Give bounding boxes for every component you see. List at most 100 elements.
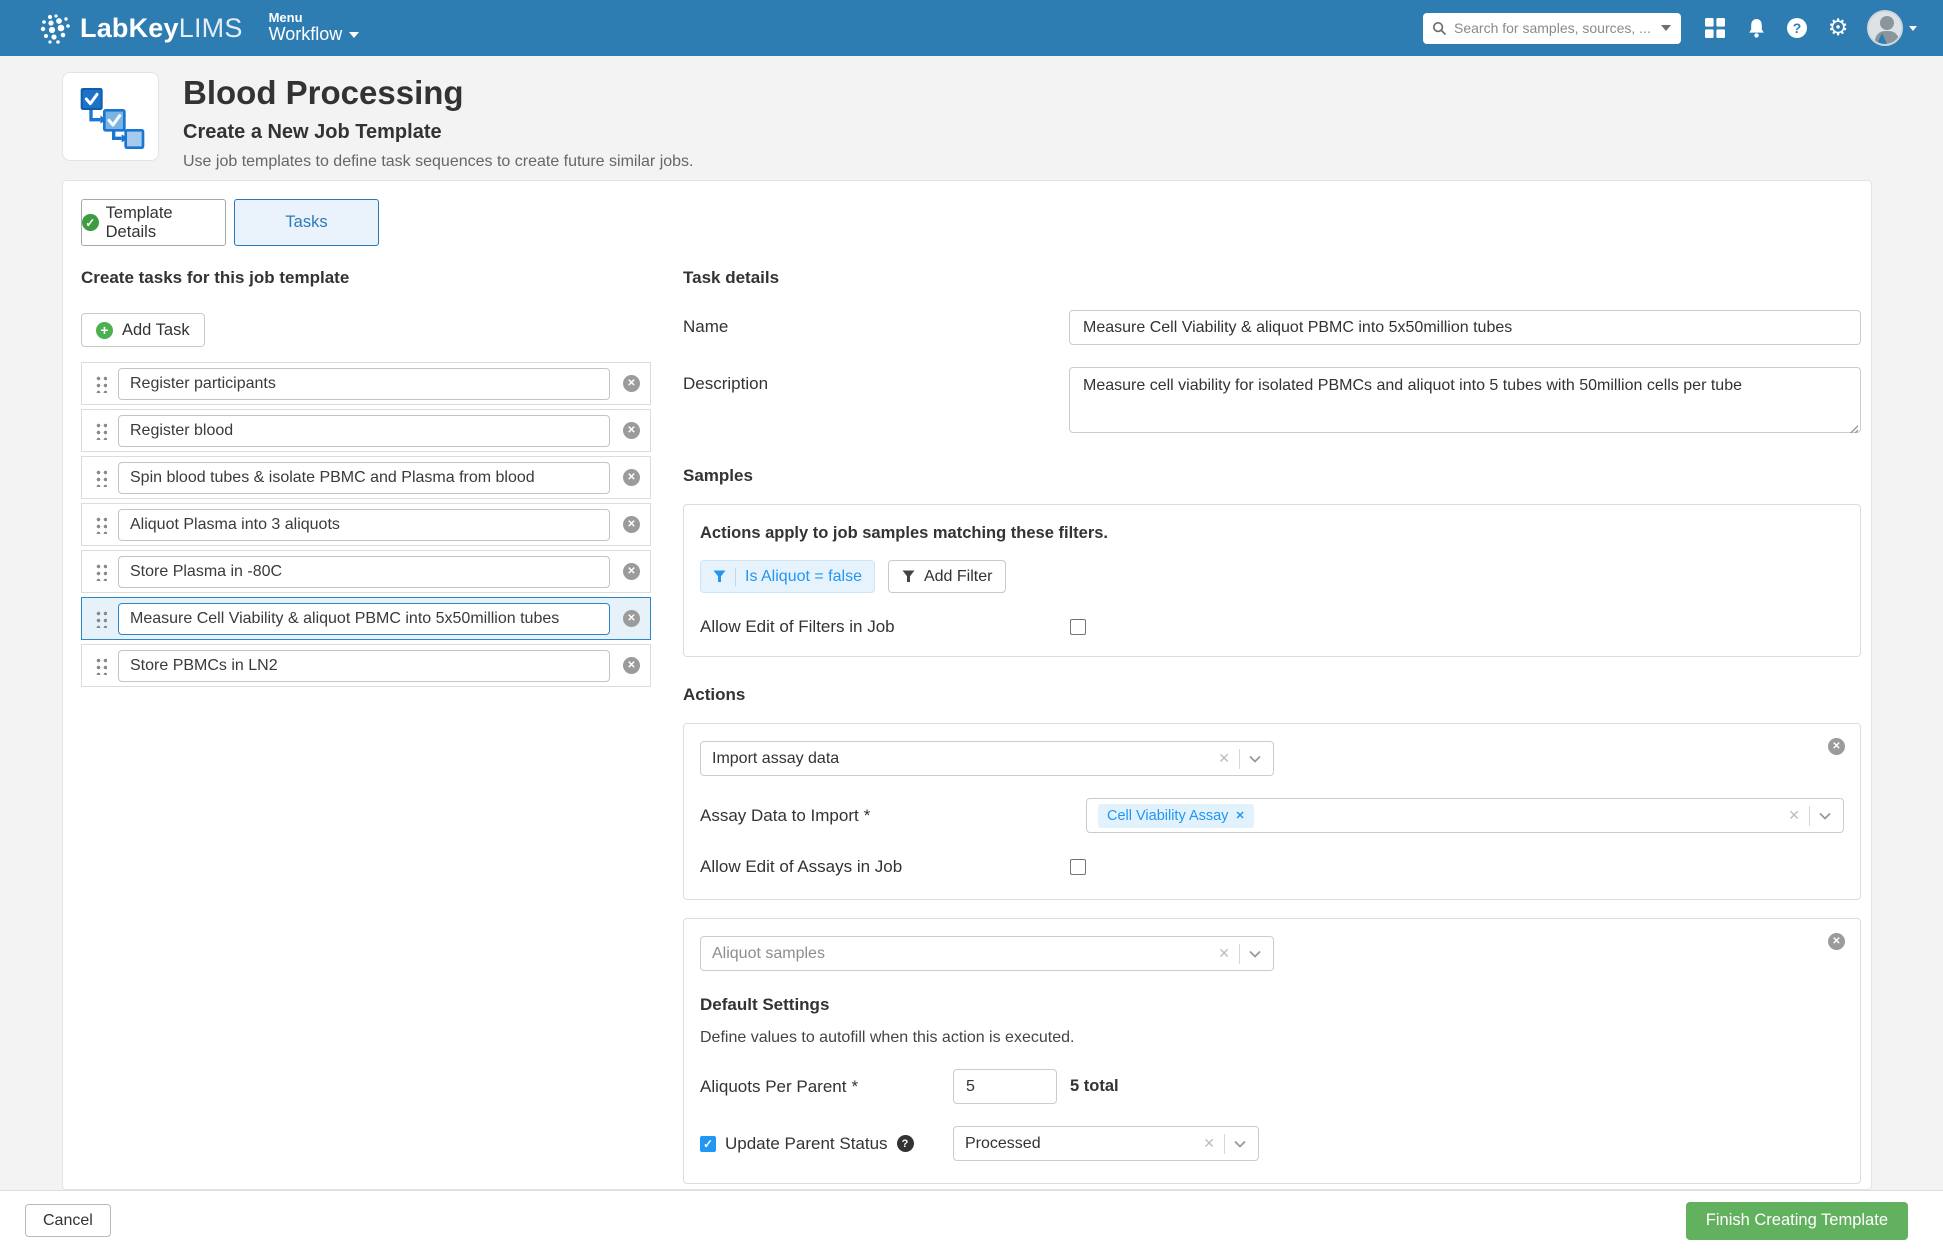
question-glyph: ? [1793,20,1802,36]
tab-tasks-label: Tasks [285,213,327,232]
task-name-input[interactable] [118,509,610,541]
clear-select-icon[interactable]: ✕ [1779,807,1809,824]
required-mark: * [864,806,871,825]
remove-task-button[interactable]: ✕ [623,516,640,533]
task-name-input[interactable] [118,556,610,588]
remove-icon: ✕ [627,566,635,577]
filter-chip-label: Is Aliquot = false [745,568,862,586]
drag-handle-icon[interactable] [95,563,107,581]
drag-handle-icon[interactable] [95,469,107,487]
cancel-button[interactable]: Cancel [25,1204,111,1237]
task-name-input[interactable] [118,603,610,635]
remove-task-button[interactable]: ✕ [623,469,640,486]
action-type-select[interactable]: Aliquot samples ✕ [700,936,1274,971]
allow-edit-assays-checkbox[interactable] [1070,859,1086,875]
aliquots-total-text: 5 total [1070,1077,1119,1096]
task-details-panel: Task details Name Description Measure ce… [683,268,1871,1190]
add-filter-button[interactable]: Add Filter [888,560,1006,593]
user-menu-caret-icon [1909,26,1917,31]
remove-icon: ✕ [627,472,635,483]
help-icon[interactable]: ? [897,1135,914,1152]
name-label: Name [683,310,1069,345]
question-glyph: ? [902,1138,909,1150]
clear-select-icon[interactable]: ✕ [1209,750,1239,767]
remove-task-button[interactable]: ✕ [623,422,640,439]
clear-select-icon[interactable]: ✕ [1209,945,1239,962]
chevron-down-icon[interactable] [1240,950,1267,958]
assay-chips: Cell Viability Assay ✕ [1098,804,1779,828]
chip-divider [735,568,736,586]
menu-dropdown[interactable]: Menu Workflow [269,11,360,45]
search-scope-caret-icon[interactable] [1661,25,1671,31]
notifications-bell-icon[interactable] [1744,16,1768,40]
task-list-heading: Create tasks for this job template [81,268,651,288]
help-icon[interactable]: ? [1785,16,1809,40]
task-name-input[interactable] [118,415,610,447]
drag-handle-icon[interactable] [95,657,107,675]
apps-grid-icon[interactable] [1703,16,1727,40]
assay-chip: Cell Viability Assay ✕ [1098,804,1254,828]
remove-task-button[interactable]: ✕ [623,610,640,627]
parent-status-select[interactable]: Processed ✕ [953,1126,1259,1161]
gear-glyph: ⚙ [1828,17,1849,40]
task-description-textarea[interactable]: Measure cell viability for isolated PBMC… [1069,367,1861,433]
brand-name: LabKey [80,13,179,43]
chevron-down-icon[interactable] [1225,1140,1252,1148]
finish-creating-template-button[interactable]: Finish Creating Template [1686,1202,1908,1240]
remove-icon: ✕ [627,613,635,624]
chip-remove-icon[interactable]: ✕ [1235,809,1244,822]
global-search [1423,13,1681,44]
search-input[interactable] [1454,20,1657,36]
aliquots-per-parent-input[interactable] [953,1069,1057,1104]
actions-heading: Actions [683,685,1861,705]
page-header: Blood Processing Create a New Job Templa… [0,56,1943,180]
add-task-button[interactable]: + Add Task [81,313,205,347]
tab-template-details[interactable]: ✓ Template Details [81,199,226,246]
description-label: Description [683,367,1069,438]
chevron-down-icon [349,32,359,38]
drag-handle-icon[interactable] [95,422,107,440]
task-details-heading: Task details [683,268,1861,288]
remove-icon: ✕ [1832,741,1840,752]
drag-handle-icon[interactable] [95,610,107,628]
labkey-logo[interactable]: LabKeyLIMS [40,13,243,44]
remove-task-button[interactable]: ✕ [623,657,640,674]
allow-edit-filters-checkbox[interactable] [1070,619,1086,635]
remove-action-button[interactable]: ✕ [1828,933,1845,950]
required-mark: * [851,1077,858,1096]
brand-suffix: LIMS [179,13,243,43]
task-name-input[interactable] [118,650,610,682]
filter-funnel-icon [902,570,915,583]
remove-task-button[interactable]: ✕ [623,375,640,392]
samples-heading: Samples [683,466,1861,486]
task-name-input[interactable] [118,368,610,400]
chevron-down-icon[interactable] [1240,755,1267,763]
check-circle-icon: ✓ [82,214,99,231]
page-description: Use job templates to define task sequenc… [183,153,693,171]
task-detail-name-input[interactable] [1069,310,1861,345]
remove-task-button[interactable]: ✕ [623,563,640,580]
update-parent-status-checkbox[interactable]: ✓ [700,1136,716,1152]
remove-action-button[interactable]: ✕ [1828,738,1845,755]
chevron-down-icon[interactable] [1810,812,1837,820]
settings-gear-icon[interactable]: ⚙ [1826,16,1850,40]
clear-select-icon[interactable]: ✕ [1194,1135,1224,1152]
default-settings-note: Define values to autofill when this acti… [700,1029,1844,1047]
menu-label: Menu [269,11,360,25]
assay-chip-label: Cell Viability Assay [1107,808,1228,824]
drag-handle-icon[interactable] [95,375,107,393]
tab-tasks[interactable]: Tasks [234,199,379,246]
task-list-panel: Create tasks for this job template + Add… [81,268,651,1190]
drag-handle-icon[interactable] [95,516,107,534]
page-title: Blood Processing [183,74,693,112]
check-icon: ✓ [703,1137,713,1151]
task-name-input[interactable] [118,462,610,494]
action-type-value: Import assay data [712,750,1209,768]
assay-data-select[interactable]: Cell Viability Assay ✕ ✕ [1086,798,1844,833]
samples-filters-panel: Actions apply to job samples matching th… [683,504,1861,657]
remove-icon: ✕ [1832,936,1840,947]
task-row: ✕ [81,409,651,452]
action-type-select[interactable]: Import assay data ✕ [700,741,1274,776]
filter-chip-is-aliquot[interactable]: Is Aliquot = false [700,560,875,593]
user-menu[interactable] [1867,10,1917,46]
